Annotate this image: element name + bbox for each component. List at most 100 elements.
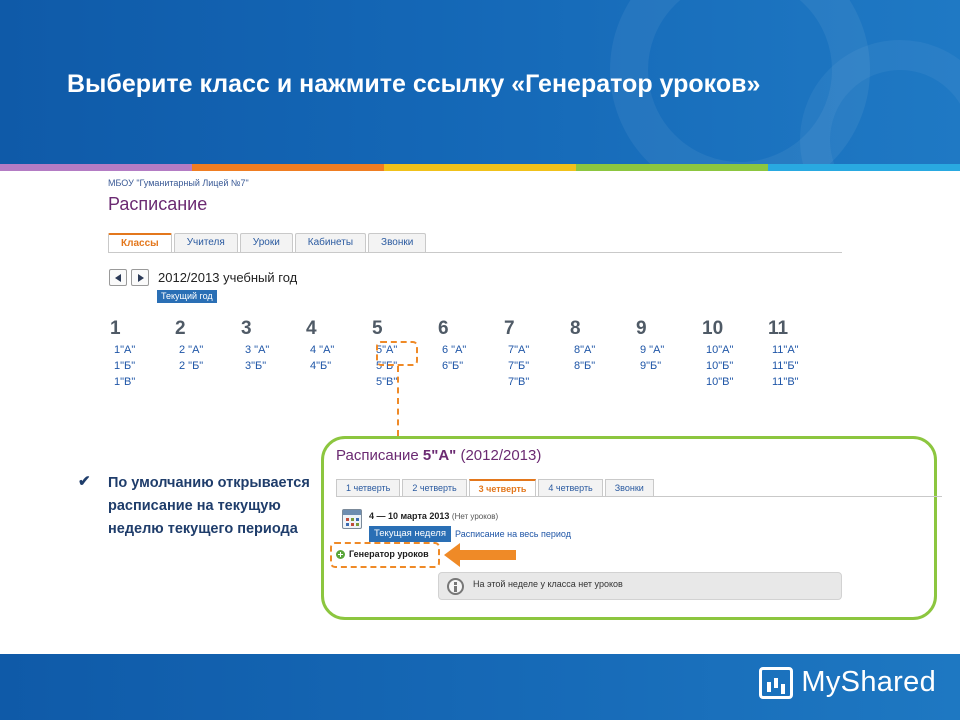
class-link[interactable]: 3 "А" [241,342,301,358]
quarter-tabs: 1 четверть 2 четверть 3 четверть 4 четверть… [336,479,656,496]
schedule-tabs: Классы Учителя Уроки Кабинеты Звонки [108,233,428,252]
current-year-button[interactable]: Текущий год [157,290,217,303]
panel-title-year: (2012/2013) [460,447,542,464]
bullet-text: По умолчанию открывается расписание на т… [108,475,310,537]
panel-title-prefix: Расписание [336,447,419,464]
tab-0[interactable]: Классы [108,233,172,252]
class-link[interactable]: 1"А" [110,342,170,358]
panel-tabs-divider [336,496,942,497]
class-link[interactable]: 7"А" [504,342,564,358]
class-link[interactable]: 5"В" [372,374,432,390]
grade-column: 1 1"А" 1"Б" 1"В" [110,318,170,390]
grade-number: 10 [702,318,724,339]
class-link[interactable]: 2 "Б" [175,358,235,374]
stripe-segment [576,164,768,171]
class-link[interactable]: 1"В" [110,374,170,390]
class-link[interactable]: 6"Б" [438,358,498,374]
grade-column: 6 6 "А" 6"Б" [438,318,498,374]
color-stripe [0,164,960,171]
tab-2[interactable]: Уроки [239,233,293,252]
pointer-arrow-icon [444,543,516,567]
class-link[interactable]: 6 "А" [438,342,498,358]
lesson-generator-label: Генератор уроков [349,549,429,559]
current-week-button[interactable]: Текущая неделя [369,526,451,542]
year-label: 2012/2013 учебный год [158,270,298,285]
grade-column: 10 10"А" 10"Б" 10"В" [702,318,762,390]
class-link[interactable]: 7"Б" [504,358,564,374]
tabs-divider [108,252,842,253]
grade-number: 6 [438,318,449,339]
class-link[interactable]: 8"Б" [570,358,630,374]
class-link[interactable]: 7"В" [504,374,564,390]
week-range: 4 — 10 марта 2013 (Нет уроков) [369,511,498,521]
grade-number: 5 [372,318,383,339]
all-period-link[interactable]: Расписание на весь период [455,529,571,539]
grade-column: 3 3 "А" 3"Б" [241,318,301,374]
grade-column: 11 11"А" 11"Б" 11"В" [768,318,828,390]
lesson-generator-link[interactable]: Генератор уроков [336,549,429,559]
tab-3[interactable]: Кабинеты [294,233,367,252]
class-link[interactable]: 9"Б" [636,358,696,374]
quarter-tab-0[interactable]: 1 четверть [336,479,401,496]
stripe-segment [0,164,192,171]
info-icon [447,578,464,595]
slide: Выберите класс и нажмите ссылку «Генерат… [0,0,960,720]
grade-column: 8 8"А" 8"Б" [570,318,630,374]
schedule-panel: Расписание 5"А" (2012/2013) 1 четверть 2 … [321,436,942,620]
prev-year-button[interactable] [109,269,127,286]
grade-column: 4 4 "А" 4"Б" [306,318,366,374]
grade-number: 7 [504,318,515,339]
checkmark-icon: ✔ [78,473,91,490]
grade-number: 9 [636,318,647,339]
class-link[interactable]: 11"А" [768,342,828,358]
connector-line [397,366,399,436]
class-link[interactable]: 10"А" [702,342,762,358]
class-link[interactable]: 2 "А" [175,342,235,358]
class-link[interactable]: 1"Б" [110,358,170,374]
calendar-icon[interactable] [342,509,362,529]
grade-number: 8 [570,318,581,339]
class-link[interactable]: 11"В" [768,374,828,390]
next-year-button[interactable] [131,269,149,286]
quarter-tab-1[interactable]: 2 четверть [402,479,467,496]
grade-number: 2 [175,318,186,339]
highlight-5a-box [376,341,418,366]
week-note: (Нет уроков) [451,512,499,521]
tab-4[interactable]: Звонки [368,233,427,252]
plus-icon [336,549,345,559]
class-link[interactable]: 11"Б" [768,358,828,374]
class-link[interactable]: 4"Б" [306,358,366,374]
class-link[interactable]: 10"В" [702,374,762,390]
panel-title: Расписание 5"А" (2012/2013) [336,447,541,464]
class-link[interactable]: 10"Б" [702,358,762,374]
arrow-left-icon [115,274,121,282]
slide-title: Выберите класс и нажмите ссылку «Генерат… [67,70,761,98]
panel-title-class: 5"А" [422,447,457,464]
grade-number: 11 [768,318,789,339]
school-name: МБОУ "Гуманитарный Лицей №7" [108,178,249,188]
info-notice: На этой неделе у класса нет уроков [438,572,842,600]
stripe-segment [768,164,960,171]
class-link[interactable]: 3"Б" [241,358,301,374]
quarter-tab-2[interactable]: 3 четверть [468,479,537,496]
quarter-tab-3[interactable]: 4 четверть [538,479,603,496]
stripe-segment [192,164,384,171]
grade-number: 1 [110,318,121,339]
grade-number: 4 [306,318,317,339]
stripe-segment [384,164,576,171]
notice-text: На этой неделе у класса нет уроков [473,579,623,589]
quarter-tab-4[interactable]: Звонки [604,479,654,496]
slide-footer: MyShared [0,654,960,720]
class-link[interactable]: 8"А" [570,342,630,358]
arrow-right-icon [138,274,144,282]
class-link[interactable]: 9 "А" [636,342,696,358]
year-navigation [109,269,149,286]
grade-column: 7 7"А" 7"Б" 7"В" [504,318,564,390]
class-link[interactable]: 4 "А" [306,342,366,358]
myshared-logo-icon [759,666,794,699]
slide-header: Выберите класс и нажмите ссылку «Генерат… [0,0,960,164]
brand-name: MyShared [801,666,936,698]
tab-1[interactable]: Учителя [173,233,238,252]
page-title: Расписание [108,194,208,214]
week-range-text: 4 — 10 марта 2013 [369,511,450,521]
